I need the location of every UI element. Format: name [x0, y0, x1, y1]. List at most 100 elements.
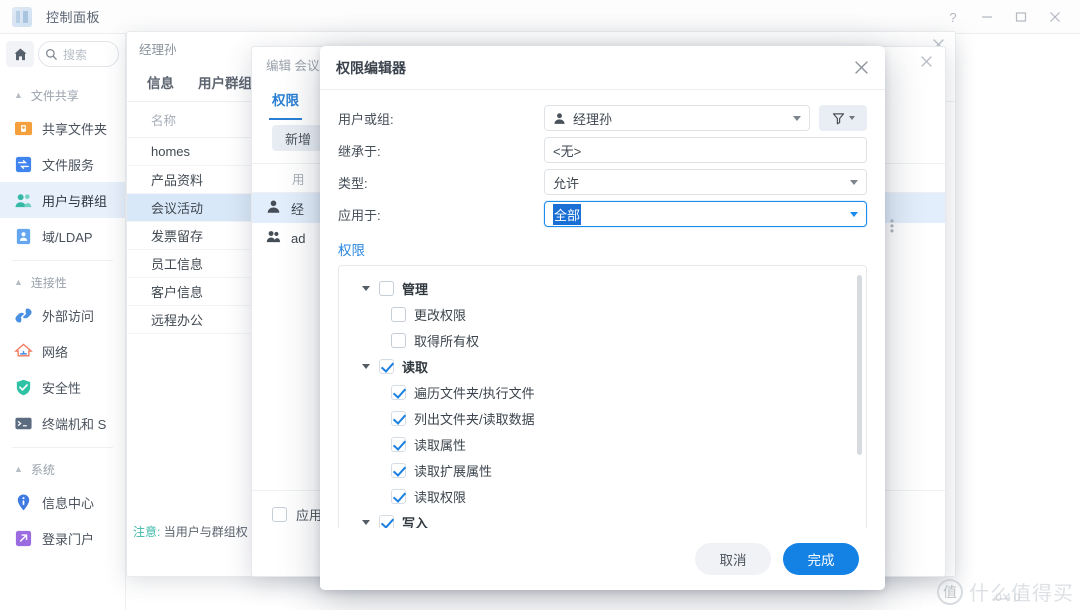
tab-info[interactable]: 信息 [147, 72, 174, 101]
tree-node-take-ownership[interactable]: 取得所有权 [339, 327, 866, 353]
table-cell-user: 经 [291, 199, 304, 218]
sidebar-item-info-center[interactable]: 信息中心 [0, 484, 125, 520]
user-or-group-select[interactable]: 经理孙 [544, 105, 810, 131]
apply-to-select[interactable]: 全部 [544, 201, 867, 227]
users-groups-icon [14, 191, 33, 210]
dialog-body: 用户或组: 经理孙 继承于: [320, 90, 885, 528]
tree-node-read-attributes[interactable]: 读取属性 [339, 431, 866, 457]
list-item[interactable]: 会议活动 [127, 194, 266, 222]
permissions-scroll-area[interactable]: 管理 更改权限 取得所有权 读取 [339, 266, 866, 528]
security-shield-icon [14, 378, 33, 397]
sidebar-item-users-groups[interactable]: 用户与群组 [0, 182, 125, 218]
tree-node-read-extended-attributes[interactable]: 读取扩展属性 [339, 457, 866, 483]
chevron-down-icon [850, 212, 858, 217]
tree-node-manage[interactable]: 管理 [339, 275, 866, 301]
checkbox[interactable] [391, 307, 406, 322]
shared-folder-window-title: 经理孙 [139, 39, 177, 58]
close-icon[interactable] [854, 60, 869, 75]
list-item[interactable]: 客户信息 [127, 278, 266, 306]
terminal-icon [14, 414, 33, 433]
checkbox[interactable] [391, 463, 406, 478]
search-input[interactable]: 搜索 [38, 41, 119, 67]
maximize-button[interactable] [1006, 4, 1036, 30]
checkbox[interactable] [391, 489, 406, 504]
sidebar-item-security[interactable]: 安全性 [0, 369, 125, 405]
home-icon[interactable] [6, 41, 34, 67]
login-portal-icon [14, 529, 33, 548]
checkbox[interactable] [391, 437, 406, 452]
checkbox[interactable] [379, 515, 394, 529]
dialog-title: 权限编辑器 [336, 58, 406, 78]
tree-node-label: 读取权限 [414, 487, 466, 506]
shared-folder-icon [14, 119, 33, 138]
expand-toggle-icon[interactable] [361, 286, 371, 291]
sidebar-item-shared-folder[interactable]: 共享文件夹 [0, 110, 125, 146]
apply-checkbox[interactable] [272, 507, 287, 522]
checkbox[interactable] [391, 333, 406, 348]
watermark-logo: 值 [937, 579, 963, 605]
checkbox[interactable] [379, 281, 394, 296]
sidebar-group-file-sharing[interactable]: ▲ 文件共享 [0, 80, 125, 110]
tree-node-list-folder[interactable]: 列出文件夹/读取数据 [339, 405, 866, 431]
tree-node-label: 遍历文件夹/执行文件 [414, 383, 535, 402]
permissions-scrollbar-thumb[interactable] [857, 275, 862, 455]
checkbox[interactable] [391, 411, 406, 426]
list-item[interactable]: 发票留存 [127, 222, 266, 250]
list-item[interactable]: 产品资料 [127, 166, 266, 194]
field-row-apply-to: 应用于: 全部 [338, 198, 867, 230]
chevron-down-icon [850, 180, 858, 185]
group-icon [266, 229, 281, 247]
tree-node-traverse-folder[interactable]: 遍历文件夹/执行文件 [339, 379, 866, 405]
sidebar-item-terminal[interactable]: 终端机和 S [0, 405, 125, 441]
field-label-type: 类型: [338, 173, 544, 192]
tree-node-write[interactable]: 写入 [339, 509, 866, 528]
sidebar-item-label: 登录门户 [42, 529, 94, 548]
shared-folder-list: 名称 homes 产品资料 会议活动 发票留存 员工信息 客户信息 远程办公 [127, 102, 267, 577]
screen-root: 控制面板 ? 搜索 ▲ 文件共享 [0, 0, 1080, 610]
apply-checkbox-label: 应用 [296, 505, 322, 524]
filter-button[interactable] [819, 105, 867, 131]
sidebar-item-network[interactable]: 网络 [0, 333, 125, 369]
checkbox[interactable] [391, 385, 406, 400]
close-button[interactable] [1040, 4, 1070, 30]
add-button[interactable]: 新增 [272, 125, 324, 151]
column-header-name: 名称 [127, 102, 266, 138]
sidebar-group-label: 文件共享 [31, 87, 79, 104]
expand-toggle-icon[interactable] [361, 364, 371, 369]
tree-node-read[interactable]: 读取 [339, 353, 866, 379]
sidebar-item-login-portal[interactable]: 登录门户 [0, 520, 125, 556]
field-label-user-or-group: 用户或组: [338, 109, 544, 128]
tree-node-label: 读取 [402, 357, 428, 376]
tab-permissions[interactable]: 权限 [272, 89, 299, 109]
sidebar-group-connectivity[interactable]: ▲ 连接性 [0, 267, 125, 297]
confirm-button[interactable]: 完成 [783, 543, 859, 575]
domain-ldap-icon [14, 227, 33, 246]
field-row-type: 类型: 允许 [338, 166, 867, 198]
minimize-button[interactable] [972, 4, 1002, 30]
user-or-group-value: 经理孙 [573, 109, 612, 128]
external-access-icon [14, 306, 33, 325]
expand-toggle-icon[interactable] [361, 520, 371, 525]
info-center-icon [14, 493, 33, 512]
permissions-section-label: 权限 [338, 239, 867, 259]
sidebar-group-system[interactable]: ▲ 系统 [0, 454, 125, 484]
sidebar-item-domain-ldap[interactable]: 域/LDAP [0, 218, 125, 254]
edit-window-close-icon[interactable] [920, 55, 933, 73]
help-button[interactable]: ? [938, 4, 968, 30]
list-item[interactable]: 员工信息 [127, 250, 266, 278]
list-item[interactable]: homes [127, 138, 266, 166]
sidebar-item-external-access[interactable]: 外部访问 [0, 297, 125, 333]
type-select[interactable]: 允许 [544, 169, 867, 195]
list-item[interactable]: 远程办公 [127, 306, 266, 334]
cancel-button[interactable]: 取消 [695, 543, 771, 575]
tree-node-read-permissions[interactable]: 读取权限 [339, 483, 866, 509]
sidebar-item-label: 终端机和 S [42, 414, 106, 433]
more-vertical-icon[interactable]: ••• [885, 219, 899, 234]
sidebar-item-file-service[interactable]: 文件服务 [0, 146, 125, 182]
checkbox[interactable] [379, 359, 394, 374]
sidebar-item-label: 安全性 [42, 378, 81, 397]
inherited-from-value: <无> [553, 141, 581, 160]
tree-node-change-permissions[interactable]: 更改权限 [339, 301, 866, 327]
tree-node-label: 列出文件夹/读取数据 [414, 409, 535, 428]
tab-user-groups[interactable]: 用户群组 [198, 72, 252, 101]
